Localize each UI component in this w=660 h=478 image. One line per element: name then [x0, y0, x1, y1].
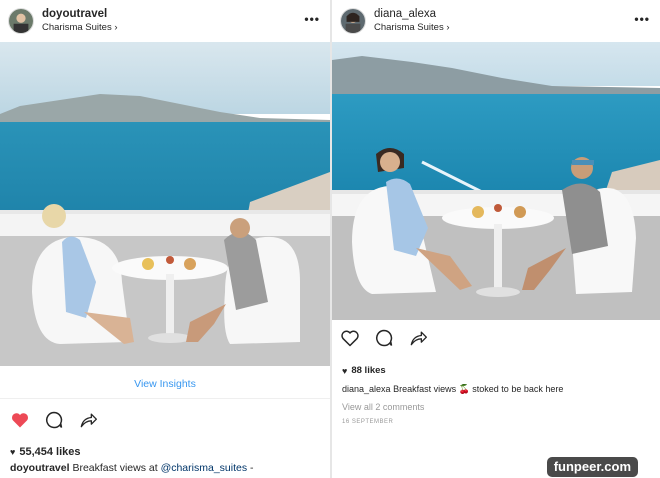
- caption-text: Breakfast views 🍒 stoked to be back here: [393, 384, 564, 394]
- username[interactable]: diana_alexa: [374, 8, 450, 21]
- caption-tail: -: [250, 462, 254, 474]
- divider: [0, 398, 330, 399]
- likes-count[interactable]: ♥ 55,454 likes: [10, 446, 81, 458]
- post-photo[interactable]: [332, 42, 660, 320]
- caption-username[interactable]: doyoutravel: [10, 462, 70, 474]
- user-block: doyoutravel Charisma Suites ›: [42, 8, 118, 34]
- caption: diana_alexa Breakfast views 🍒 stoked to …: [342, 384, 563, 395]
- likes-text: 55,454 likes: [19, 446, 81, 458]
- username[interactable]: doyoutravel: [42, 8, 118, 21]
- location-link[interactable]: Charisma Suites ›: [374, 21, 450, 34]
- location-link[interactable]: Charisma Suites ›: [42, 21, 118, 34]
- post-header: diana_alexa Charisma Suites › •••: [332, 0, 660, 42]
- heart-icon[interactable]: [10, 410, 30, 430]
- share-arrow-icon[interactable]: [408, 328, 428, 348]
- view-all-comments-link[interactable]: View all 2 comments: [342, 402, 424, 412]
- caption-username[interactable]: diana_alexa: [342, 384, 391, 394]
- post-header: doyoutravel Charisma Suites › •••: [0, 0, 330, 42]
- view-insights-link[interactable]: View Insights: [0, 378, 330, 390]
- avatar[interactable]: [340, 8, 366, 34]
- caption-text: Breakfast views at: [72, 462, 158, 474]
- action-bar: [10, 410, 98, 430]
- right-post: diana_alexa Charisma Suites › ••• ♥ 88 l…: [332, 0, 660, 478]
- post-date: 16 SEPTEMBER: [342, 419, 394, 425]
- user-block: diana_alexa Charisma Suites ›: [374, 8, 450, 34]
- likes-text: 88 likes: [351, 365, 386, 376]
- caption-mention[interactable]: @charisma_suites: [161, 462, 248, 474]
- comment-icon[interactable]: [44, 410, 64, 430]
- likes-count[interactable]: ♥ 88 likes: [342, 365, 386, 376]
- more-options-icon[interactable]: •••: [634, 12, 650, 26]
- heart-icon: ♥: [10, 447, 16, 457]
- heart-icon: ♥: [342, 365, 348, 376]
- watermark: funpeer.com: [546, 457, 638, 477]
- action-bar: [340, 328, 428, 348]
- left-post: doyoutravel Charisma Suites › ••• View I…: [0, 0, 330, 478]
- caption: doyoutravel Breakfast views at @charisma…: [10, 462, 254, 474]
- comment-icon[interactable]: [374, 328, 394, 348]
- post-photo[interactable]: [0, 42, 330, 366]
- share-arrow-icon[interactable]: [78, 410, 98, 430]
- avatar[interactable]: [8, 8, 34, 34]
- heart-icon[interactable]: [340, 328, 360, 348]
- more-options-icon[interactable]: •••: [304, 12, 320, 26]
